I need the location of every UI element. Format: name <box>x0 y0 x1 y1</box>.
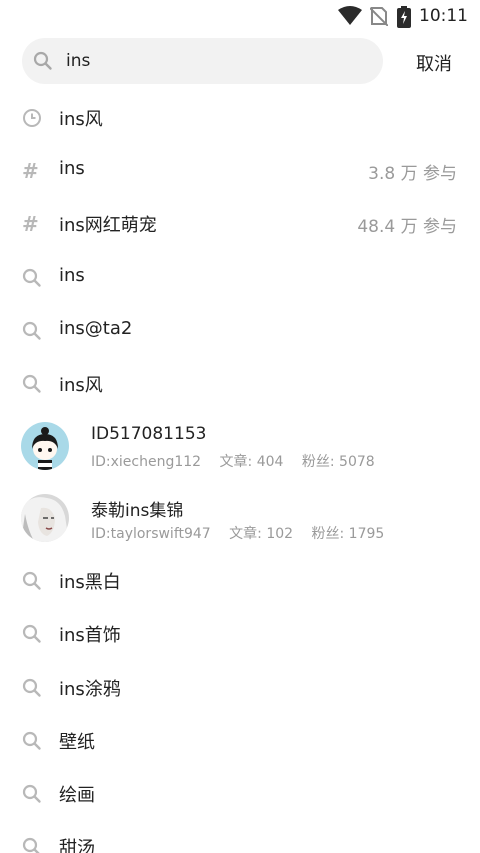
search-icon <box>33 51 53 75</box>
user-result[interactable]: ID517081153 ID:xiecheng112 文章: 404 粉丝: 5… <box>0 411 480 483</box>
suggestion-item[interactable]: 甜汤 <box>0 821 480 853</box>
search-icon <box>22 731 42 751</box>
search-icon <box>22 624 42 644</box>
history-item[interactable]: ins风 <box>0 92 480 145</box>
user-articles: 文章: 404 <box>219 454 284 471</box>
suggestion-label: ins首饰 <box>59 625 121 647</box>
suggestion-label: 壁纸 <box>59 731 95 753</box>
search-suggestion-list: ins风 # ins 3.8 万 参与 # ins网红萌宠 48.4 万 参与 … <box>0 92 480 853</box>
suggestion-item[interactable]: 壁纸 <box>0 715 480 768</box>
suggestion-label: ins风 <box>59 374 103 396</box>
topic-item-label: ins <box>59 158 85 180</box>
user-fans: 粉丝: 5078 <box>301 454 375 471</box>
suggestion-label: ins <box>59 264 85 286</box>
user-id: ID:xiecheng112 <box>91 454 202 471</box>
search-icon <box>22 321 42 341</box>
suggestion-item[interactable]: ins黑白 <box>0 555 480 608</box>
suggestion-label: ins涂鸦 <box>59 678 121 700</box>
suggestion-label: 甜汤 <box>59 838 95 853</box>
hashtag-icon: # <box>22 212 39 237</box>
suggestion-item[interactable]: ins风 <box>0 358 480 411</box>
suggestion-item[interactable]: ins@ta2 <box>0 305 480 358</box>
suggestion-item[interactable]: 绘画 <box>0 768 480 821</box>
user-meta: ID:xiecheng112 文章: 404 粉丝: 5078 <box>91 451 389 471</box>
status-time: 10:11 <box>419 6 468 26</box>
hashtag-icon: # <box>22 159 39 184</box>
suggestion-item[interactable]: ins涂鸦 <box>0 662 480 715</box>
user-articles: 文章: 102 <box>229 526 294 543</box>
user-name: ID517081153 <box>91 424 207 445</box>
topic-participants: 3.8 万 参与 <box>368 164 457 185</box>
search-icon <box>22 374 42 394</box>
suggestion-label: ins@ta2 <box>59 317 133 339</box>
topic-participants: 48.4 万 参与 <box>357 217 457 238</box>
suggestion-item[interactable]: ins <box>0 252 480 305</box>
topic-item[interactable]: # ins 3.8 万 参与 <box>0 145 480 198</box>
search-row: 取消 <box>0 38 480 84</box>
suggestion-label: 绘画 <box>59 784 95 806</box>
search-icon <box>22 678 42 698</box>
topic-item-label: ins网红萌宠 <box>59 215 157 237</box>
status-bar: 10:11 <box>0 0 480 32</box>
user-result[interactable]: 泰勒ins集锦 ID:taylorswift947 文章: 102 粉丝: 17… <box>0 483 480 555</box>
search-icon <box>22 837 42 853</box>
avatar <box>21 422 69 471</box>
wifi-icon <box>338 6 362 30</box>
user-id: ID:taylorswift947 <box>91 526 211 543</box>
history-item-label: ins风 <box>59 109 103 130</box>
avatar <box>21 494 69 543</box>
search-icon <box>22 268 42 288</box>
search-box[interactable] <box>22 38 383 84</box>
suggestion-label: ins黑白 <box>59 572 121 594</box>
search-input[interactable] <box>66 48 366 74</box>
no-sim-icon <box>369 6 389 30</box>
topic-item[interactable]: # ins网红萌宠 48.4 万 参与 <box>0 198 480 251</box>
search-icon <box>22 784 42 804</box>
user-fans: 粉丝: 1795 <box>311 526 385 543</box>
user-meta: ID:taylorswift947 文章: 102 粉丝: 1795 <box>91 523 398 543</box>
suggestion-item[interactable]: ins首饰 <box>0 608 480 661</box>
cancel-button[interactable]: 取消 <box>416 50 452 76</box>
search-icon <box>22 571 42 591</box>
battery-charging-icon <box>397 6 411 32</box>
history-clock-icon <box>22 108 42 128</box>
user-name: 泰勒ins集锦 <box>91 501 184 522</box>
